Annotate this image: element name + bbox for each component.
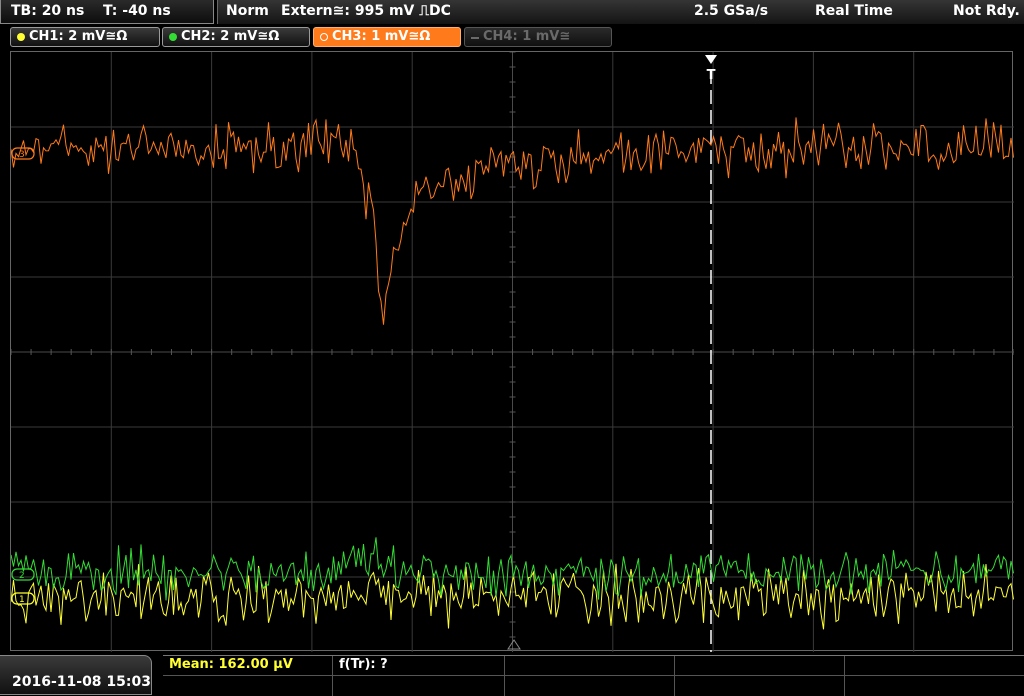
channel-tab-ch3[interactable]: CH3: 1 mV≅Ω bbox=[313, 27, 461, 47]
measurement-slot bbox=[845, 676, 1024, 696]
ftr-measurement: f(Tr): ? bbox=[333, 656, 505, 676]
svg-text:1: 1 bbox=[19, 595, 25, 605]
svg-text:2: 2 bbox=[19, 571, 25, 581]
trigger-source: Extern≅: 995 mV ⎍DC bbox=[281, 3, 451, 19]
measurement-panel[interactable]: Mean: 162.00 µV f(Tr): ? bbox=[163, 655, 1024, 696]
ch2-dot-icon bbox=[169, 33, 177, 41]
measurement-slot bbox=[163, 676, 333, 696]
bottom-bar: 2016-11-08 15:03 Mean: 162.00 µV f(Tr): … bbox=[0, 655, 1024, 696]
channel-label: CH3: 1 mV≅Ω bbox=[332, 29, 431, 44]
waveform-display[interactable]: T 3 2 1 bbox=[10, 51, 1014, 652]
datetime-label: 2016-11-08 15:03 bbox=[12, 674, 151, 690]
ch1-dot-icon bbox=[17, 33, 25, 41]
measurement-slot bbox=[675, 676, 845, 696]
ch3-level-marker[interactable]: 3 bbox=[11, 147, 35, 160]
acquisition-status-bar[interactable]: Norm Extern≅: 995 mV ⎍DC 2.5 GSa/s Real … bbox=[217, 0, 1024, 24]
ch3-dot-icon bbox=[320, 33, 328, 41]
measurement-slot bbox=[675, 656, 845, 676]
measurement-slot bbox=[333, 676, 505, 696]
timebase-box[interactable]: TB: 20 ns T: -40 ns bbox=[0, 0, 214, 24]
horizontal-position-icon bbox=[507, 639, 521, 650]
trigger-mode: Norm bbox=[226, 3, 269, 19]
ch2-level-marker[interactable]: 2 bbox=[11, 568, 35, 581]
channel-tab-ch4[interactable]: CH4: 1 mV≅ bbox=[464, 27, 612, 47]
measurement-slot bbox=[505, 676, 675, 696]
channel-label: CH4: 1 mV≅ bbox=[483, 29, 571, 44]
channel-label: CH1: 2 mV≅Ω bbox=[29, 29, 128, 44]
acquisition-state: Not Rdy. bbox=[953, 3, 1020, 19]
channel-tab-ch1[interactable]: CH1: 2 mV≅Ω bbox=[10, 27, 160, 47]
measurement-slot bbox=[505, 656, 675, 676]
channel-label: CH2: 2 mV≅Ω bbox=[181, 29, 280, 44]
trigger-marker-icon bbox=[705, 55, 717, 64]
sample-rate: 2.5 GSa/s bbox=[694, 3, 769, 19]
datetime-box: 2016-11-08 15:03 bbox=[0, 655, 152, 695]
channel-tabs: CH1: 2 mV≅Ω CH2: 2 mV≅Ω CH3: 1 mV≅Ω CH4:… bbox=[0, 24, 1024, 50]
acquisition-mode: Real Time bbox=[815, 3, 893, 19]
waveform-canvas: T 3 2 1 bbox=[11, 52, 1014, 652]
measurement-slot bbox=[845, 656, 1024, 676]
ch4-off-icon bbox=[471, 37, 479, 39]
svg-text:3: 3 bbox=[19, 150, 25, 160]
top-bar: TB: 20 ns T: -40 ns Norm Extern≅: 995 mV… bbox=[0, 0, 1024, 24]
mean-measurement: Mean: 162.00 µV bbox=[163, 656, 333, 676]
timebase-label: TB: 20 ns bbox=[11, 3, 85, 19]
trigger-position-label: T: -40 ns bbox=[103, 3, 171, 19]
channel-tab-ch2[interactable]: CH2: 2 mV≅Ω bbox=[162, 27, 310, 47]
trigger-marker-label: T bbox=[707, 68, 716, 83]
